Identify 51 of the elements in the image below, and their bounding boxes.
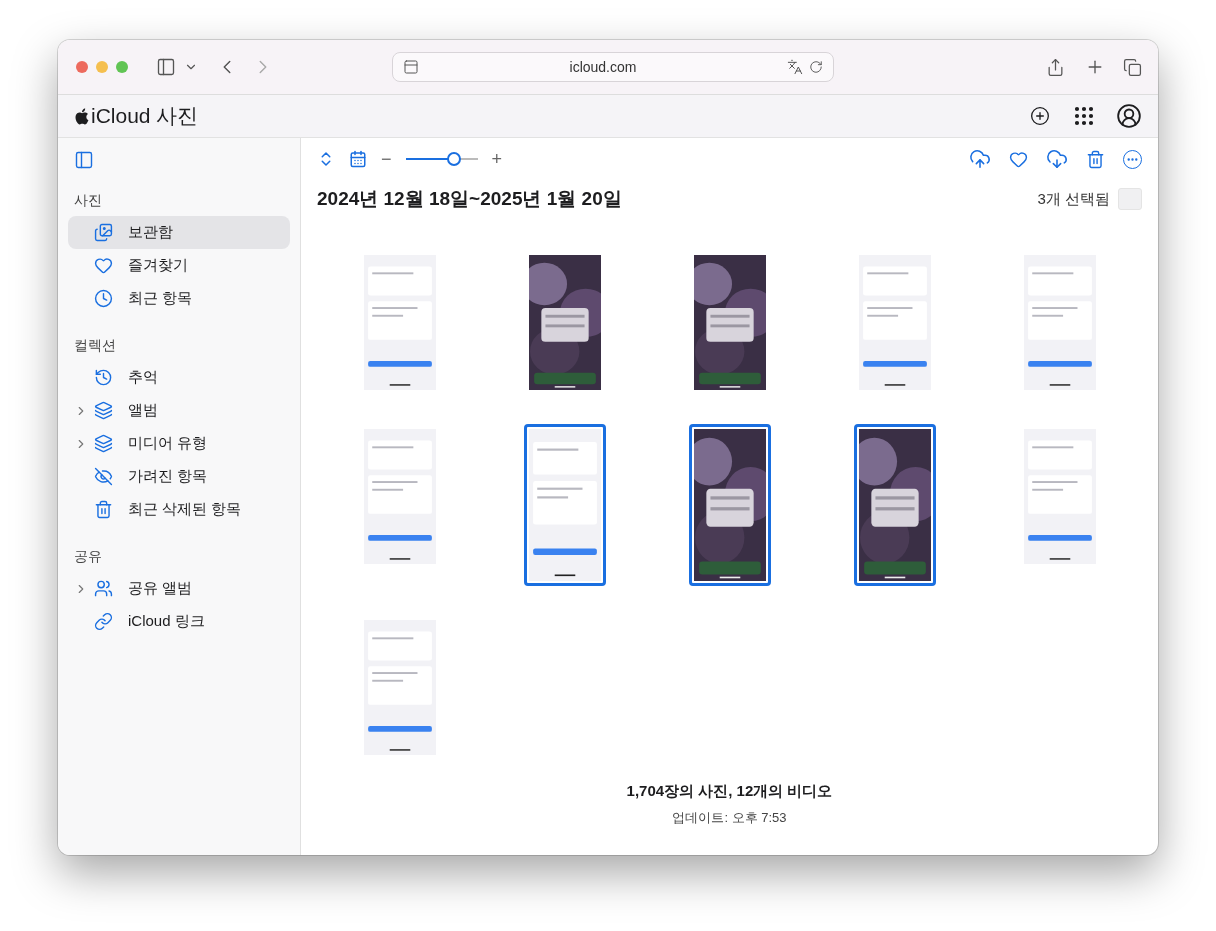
photos-icon: [94, 223, 113, 242]
sidebar-item[interactable]: 추억: [68, 361, 290, 394]
sidebar-toggle-icon[interactable]: [74, 150, 94, 170]
selection-count: 3개 선택됨: [1037, 189, 1110, 209]
close-button[interactable]: [76, 61, 88, 73]
link-icon: [94, 612, 113, 631]
share-icon[interactable]: [1046, 57, 1065, 77]
cloud-download-icon[interactable]: [1046, 148, 1068, 170]
reload-icon[interactable]: [809, 60, 823, 74]
sidebar-item[interactable]: 미디어 유형: [68, 427, 290, 460]
sidebar-icon[interactable]: [156, 57, 176, 77]
sidebar-item[interactable]: 최근 삭제된 항목: [68, 493, 290, 526]
cloud-upload-icon[interactable]: [969, 148, 991, 170]
memories-icon: [94, 368, 113, 387]
app-title: iCloud 사진: [91, 103, 199, 129]
tabs-icon[interactable]: [1123, 57, 1142, 77]
section-title: 컬렉션: [74, 337, 117, 355]
calendar-icon[interactable]: [349, 150, 367, 168]
account-icon[interactable]: [1116, 103, 1142, 129]
slider-thumb[interactable]: [447, 152, 462, 166]
apple-logo-icon: [74, 107, 89, 125]
stack-icon: [94, 434, 113, 453]
url-text: icloud.com: [568, 59, 638, 75]
people-icon: [94, 579, 113, 598]
date-range-title: 2024년 12월 18일~2025년 1월 20일: [317, 187, 622, 211]
page-menu-icon[interactable]: [403, 59, 419, 75]
update-time: 업데이트: 오후 7:53: [672, 809, 787, 827]
sidebar-item[interactable]: 가려진 항목: [68, 460, 290, 493]
address-bar[interactable]: icloud.com: [392, 52, 834, 82]
sidebar-item[interactable]: iCloud 링크: [68, 605, 290, 638]
eye-off-icon: [94, 467, 113, 486]
add-icon[interactable]: [1030, 106, 1050, 126]
selection-thumbnail: [1118, 188, 1142, 210]
apps-grid-icon[interactable]: [1072, 104, 1096, 128]
zoom-in-button[interactable]: +: [491, 148, 503, 170]
heart-icon: [94, 256, 113, 275]
trash-icon[interactable]: [1086, 149, 1105, 169]
clock-icon: [94, 289, 113, 308]
stack-icon: [94, 401, 113, 420]
translate-icon[interactable]: [787, 59, 803, 75]
sidebar-item[interactable]: 최근 항목: [68, 282, 290, 315]
section-title: 사진: [74, 192, 103, 210]
sidebar-item[interactable]: 앨범: [68, 394, 290, 427]
library-count: 1,704장의 사진, 12개의 비디오: [626, 782, 833, 801]
sidebar-item[interactable]: 공유 앨범: [68, 572, 290, 605]
trash-icon: [94, 500, 113, 519]
zoom-out-button[interactable]: −: [381, 148, 392, 170]
section-title: 공유: [74, 548, 103, 566]
sidebar-item[interactable]: 보관함: [68, 216, 290, 249]
sidebar-item[interactable]: 즐겨찾기: [68, 249, 290, 282]
heart-icon[interactable]: [1009, 149, 1028, 169]
